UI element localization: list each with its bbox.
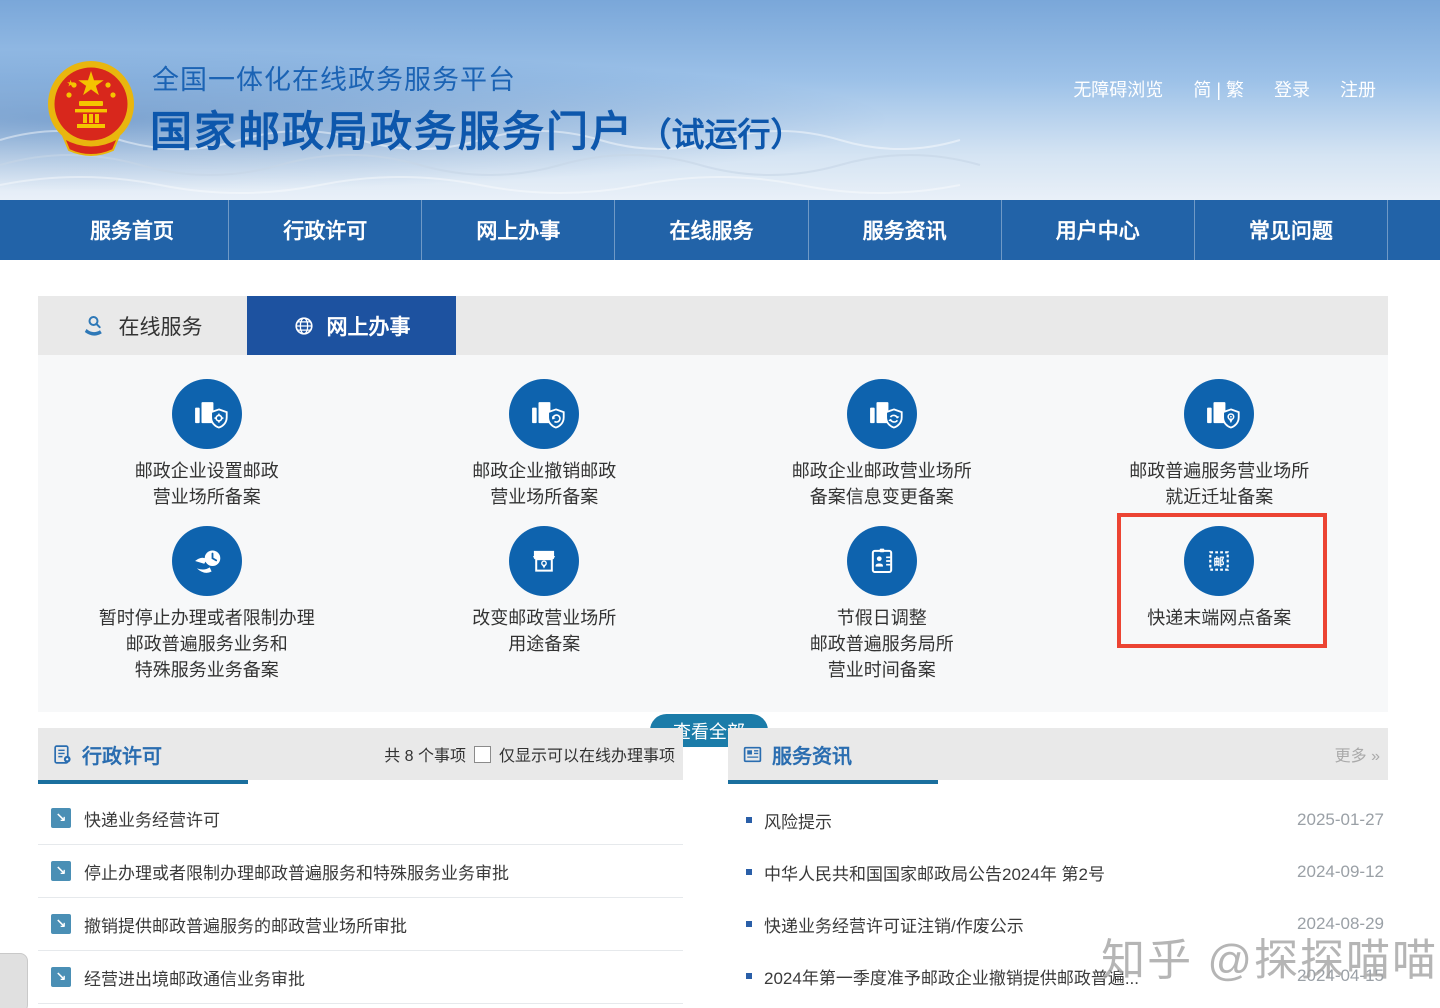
post-stamp-icon: 邮 bbox=[1197, 539, 1241, 583]
online-only-label: 仅显示可以在线办理事项 bbox=[499, 742, 675, 766]
services-section: 在线服务 网上办事 bbox=[38, 296, 1388, 712]
bullet-icon bbox=[746, 869, 752, 875]
service-label: 邮政普遍服务营业场所就近迁址备案 bbox=[1129, 458, 1309, 510]
service-item-suspend-services[interactable]: 暂时停止办理或者限制办理邮政普遍服务业务和特殊服务业务备案 bbox=[38, 526, 376, 683]
nav-item-user-center[interactable]: 用户中心 bbox=[1002, 200, 1195, 260]
list-item[interactable]: ↘ 快递业务经营许可 bbox=[38, 792, 683, 845]
id-badge-icon bbox=[860, 539, 904, 583]
panel-title: 服务资讯 bbox=[772, 740, 852, 769]
nav-item-online-affairs[interactable]: 网上办事 bbox=[422, 200, 615, 260]
portal-title: 国家邮政局政务服务门户 bbox=[150, 108, 634, 155]
floating-side-widget[interactable] bbox=[0, 953, 28, 1008]
header-links: 无障碍浏览 简 | 繁 登录 注册 bbox=[1073, 76, 1376, 102]
arrow-down-right-icon: ↘ bbox=[51, 967, 71, 987]
watermark: 知乎 @探探喵喵 bbox=[1101, 924, 1438, 988]
service-label: 快递末端网点备案 bbox=[1147, 605, 1291, 631]
hand-clock-icon bbox=[185, 539, 229, 583]
service-label: 邮政企业邮政营业场所备案信息变更备案 bbox=[792, 458, 972, 510]
tab-label: 网上办事 bbox=[327, 311, 411, 341]
service-news-panel-header: 服务资讯 更多 » bbox=[728, 728, 1388, 780]
list-item[interactable]: ↘ 撤销提供邮政普遍服务的邮政营业场所审批 bbox=[38, 898, 683, 951]
arrow-down-right-icon: ↘ bbox=[51, 861, 71, 881]
services-grid-area: 邮政企业设置邮政营业场所备案 邮政企业撤销邮政营业场所备案 bbox=[38, 355, 1388, 712]
service-label: 暂时停止办理或者限制办理邮政普遍服务业务和特殊服务业务备案 bbox=[99, 605, 315, 683]
buildings-shield-refresh-icon bbox=[860, 392, 904, 436]
service-item-info-change[interactable]: 邮政企业邮政营业场所备案信息变更备案 bbox=[713, 379, 1051, 510]
news-date: 2024-09-12 bbox=[1297, 862, 1384, 882]
tab-web-affairs[interactable]: 网上办事 bbox=[247, 296, 456, 355]
service-item-relocation[interactable]: 邮政普遍服务营业场所就近迁址备案 bbox=[1051, 379, 1389, 510]
nav-item-online-service[interactable]: 在线服务 bbox=[615, 200, 808, 260]
document-license-icon bbox=[52, 744, 73, 765]
buildings-shield-gear-icon bbox=[185, 392, 229, 436]
nav-item-faq[interactable]: 常见问题 bbox=[1195, 200, 1388, 260]
service-item-holiday-hours[interactable]: 节假日调整邮政普遍服务局所营业时间备案 bbox=[713, 526, 1051, 683]
tab-online-service[interactable]: 在线服务 bbox=[38, 296, 247, 355]
svg-text:邮: 邮 bbox=[1214, 555, 1225, 569]
portal-title-suffix: （试运行） bbox=[638, 116, 803, 153]
site-header: 全国一体化在线政务服务平台 国家邮政局政务服务门户 （试运行） 无障碍浏览 简 … bbox=[0, 0, 1440, 200]
news-item[interactable]: 中华人民共和国国家邮政局公告2024年 第2号 2024-09-12 bbox=[728, 846, 1388, 898]
arrow-down-right-icon: ↘ bbox=[51, 808, 71, 828]
admin-license-panel-header: 行政许可 共 8 个事项 仅显示可以在线办理事项 bbox=[38, 728, 683, 780]
hand-service-icon bbox=[83, 314, 107, 338]
service-label: 邮政企业撤销邮政营业场所备案 bbox=[472, 458, 616, 510]
arrow-down-right-icon: ↘ bbox=[51, 914, 71, 934]
service-item-change-use[interactable]: 改变邮政营业场所用途备案 bbox=[376, 526, 714, 683]
bullet-icon bbox=[746, 973, 752, 979]
bullet-icon bbox=[746, 921, 752, 927]
nav-item-home[interactable]: 服务首页 bbox=[36, 200, 229, 260]
nav-item-admin-license[interactable]: 行政许可 bbox=[229, 200, 422, 260]
national-emblem-logo bbox=[46, 52, 136, 160]
storefront-pin-icon bbox=[522, 539, 566, 583]
service-item-setup-premises[interactable]: 邮政企业设置邮政营业场所备案 bbox=[38, 379, 376, 510]
more-link[interactable]: 更多 » bbox=[1335, 742, 1380, 766]
item-count-text: 共 8 个事项 bbox=[384, 742, 466, 766]
tab-strip: 在线服务 网上办事 bbox=[38, 296, 1388, 355]
bullet-icon bbox=[746, 817, 752, 823]
service-item-revoke-premises[interactable]: 邮政企业撤销邮政营业场所备案 bbox=[376, 379, 714, 510]
nav-item-service-news[interactable]: 服务资讯 bbox=[809, 200, 1002, 260]
admin-license-list: ↘ 快递业务经营许可 ↘ 停止办理或者限制办理邮政普遍服务和特殊服务业务审批 ↘… bbox=[38, 784, 683, 1004]
news-date: 2025-01-27 bbox=[1297, 810, 1384, 830]
newspaper-icon bbox=[742, 744, 763, 765]
platform-subtitle: 全国一体化在线政务服务平台 bbox=[152, 58, 516, 97]
panel-title: 行政许可 bbox=[82, 740, 162, 769]
service-label: 节假日调整邮政普遍服务局所营业时间备案 bbox=[810, 605, 954, 683]
tab-label: 在线服务 bbox=[119, 311, 203, 341]
page: 全国一体化在线政务服务平台 国家邮政局政务服务门户 （试运行） 无障碍浏览 简 … bbox=[0, 0, 1440, 1008]
service-item-courier-terminal-outlet[interactable]: 邮 快递末端网点备案 bbox=[1051, 526, 1389, 683]
service-label: 邮政企业设置邮政营业场所备案 bbox=[135, 458, 279, 510]
register-link[interactable]: 注册 bbox=[1340, 76, 1376, 102]
main-navbar: 服务首页 行政许可 网上办事 在线服务 服务资讯 用户中心 常见问题 bbox=[0, 200, 1440, 260]
online-only-checkbox[interactable] bbox=[474, 746, 491, 763]
language-switch-link[interactable]: 简 | 繁 bbox=[1193, 76, 1244, 102]
news-item[interactable]: 风险提示 2025-01-27 bbox=[728, 794, 1388, 846]
list-item[interactable]: ↘ 经营进出境邮政通信业务审批 bbox=[38, 951, 683, 1004]
login-link[interactable]: 登录 bbox=[1274, 76, 1310, 102]
list-item[interactable]: ↘ 停止办理或者限制办理邮政普遍服务和特殊服务业务审批 bbox=[38, 845, 683, 898]
accessibility-link[interactable]: 无障碍浏览 bbox=[1073, 76, 1163, 102]
admin-license-panel: 行政许可 共 8 个事项 仅显示可以在线办理事项 ↘ 快递业务经营许可 ↘ 停止… bbox=[38, 728, 683, 1004]
buildings-shield-pin-icon bbox=[1197, 392, 1241, 436]
buildings-shield-undo-icon bbox=[522, 392, 566, 436]
globe-icon bbox=[293, 315, 315, 337]
service-label: 改变邮政营业场所用途备案 bbox=[472, 605, 616, 657]
